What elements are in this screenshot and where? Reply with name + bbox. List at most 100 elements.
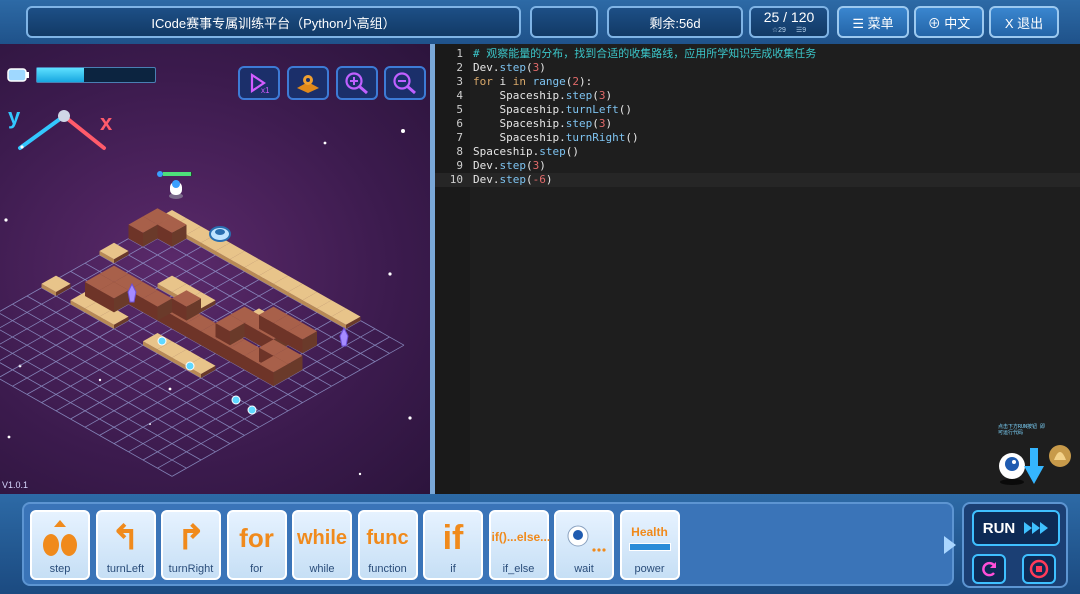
run-button-label: RUN	[982, 519, 1016, 537]
line-number: 5	[456, 103, 463, 116]
code-token: 2	[572, 75, 579, 88]
code-token: (	[526, 159, 533, 172]
bell-icon	[1049, 445, 1071, 467]
block-turnleft[interactable]: ↰ turnLeft	[95, 510, 156, 580]
code-token: Spaceship.	[473, 131, 566, 144]
language-button[interactable]: ⊕ 中文	[914, 6, 984, 38]
block-art: for	[229, 516, 285, 560]
code-line[interactable]: 7 Spaceship.turnRight()	[435, 131, 1080, 145]
health-power-icon: Health	[622, 516, 678, 560]
code-text: Dev.step(-6)	[473, 173, 553, 187]
block-art: ↰	[98, 516, 154, 560]
reset-button[interactable]	[972, 554, 1006, 584]
block-label: if_else	[502, 563, 535, 575]
code-line[interactable]: 6 Spaceship.step(3)	[435, 117, 1080, 131]
block-art: ↱	[163, 516, 219, 560]
code-line[interactable]: 10 Dev.step(-6)	[435, 173, 1080, 187]
line-number: 9	[456, 159, 463, 172]
spaceship	[209, 226, 231, 242]
version-label: V1.0.1	[2, 480, 29, 490]
block-art: if	[425, 516, 481, 560]
code-token: Spaceship.	[473, 117, 566, 130]
block-art: while	[294, 516, 350, 560]
run-button[interactable]: RUN	[972, 510, 1060, 546]
code-token: (	[592, 89, 599, 102]
code-line[interactable]: 4 Spaceship.step(3)	[435, 89, 1080, 103]
code-token: step	[539, 145, 566, 158]
code-token: ()	[625, 131, 639, 144]
block-art: func	[360, 516, 416, 560]
game-viewport[interactable]: x1 y x V1.0.1	[0, 44, 430, 494]
block-turnright[interactable]: ↱ turnRight	[161, 510, 221, 580]
code-token: step	[499, 159, 527, 172]
tray-next-arrow-icon[interactable]	[944, 536, 956, 554]
code-token: step	[565, 117, 593, 130]
block-art-text: if()...else...	[491, 530, 551, 545]
code-token: step	[499, 61, 527, 74]
code-token: Dev.	[473, 61, 500, 74]
menu-button[interactable]: ☰ 菜单	[837, 6, 909, 38]
code-editor[interactable]: 1 # 观察能量的分布，找到合适的收集路线，应用所学知识完成收集任务 2 Dev.st…	[435, 44, 1080, 494]
helper-robot	[999, 445, 1071, 485]
star-count: 29	[778, 27, 786, 34]
block-art-text: ↰	[111, 519, 140, 557]
code-token: )	[605, 89, 613, 102]
block-power[interactable]: Health power	[619, 510, 680, 580]
level-count: 9	[802, 27, 807, 34]
star-icon: ☆29	[771, 27, 786, 34]
line-number: 7	[456, 131, 463, 144]
code-line[interactable]: 8 Spaceship.step()	[435, 145, 1080, 159]
code-token: (	[592, 117, 599, 130]
platform-title: ICode赛事专属训练平台（Python小高组）	[26, 6, 521, 38]
code-token: ()	[618, 103, 632, 116]
block-for[interactable]: for for	[226, 510, 287, 580]
block-if-else[interactable]: if()...else... if_else	[488, 510, 551, 580]
code-line[interactable]: 2 Dev.step(3)	[435, 61, 1080, 75]
code-line[interactable]: 1 # 观察能量的分布，找到合适的收集路线，应用所学知识完成收集任务	[435, 47, 1080, 61]
game-map	[0, 171, 405, 477]
stop-button[interactable]	[1022, 554, 1056, 584]
fast-forward-icon	[1024, 522, 1049, 534]
line-number: 1	[456, 47, 463, 60]
block-wait[interactable]: wait	[554, 510, 614, 580]
dev-robot	[157, 171, 192, 199]
code-line[interactable]: 3 for i in range(2):	[435, 75, 1080, 89]
block-function[interactable]: func function	[357, 510, 418, 580]
block-while[interactable]: while while	[292, 510, 352, 580]
run-hint: 点击下方RUN按钮 即可运行代码	[998, 424, 1046, 436]
block-label: power	[634, 563, 665, 575]
level-progress-count: 25 / 120	[763, 9, 815, 25]
line-number: 6	[456, 117, 463, 130]
code-text: for i in range(2):	[473, 75, 592, 89]
code-line[interactable]: 5 Spaceship.turnLeft()	[435, 103, 1080, 117]
block-label: step	[49, 563, 71, 575]
block-art-text: while	[296, 526, 347, 549]
block-if[interactable]: if if	[423, 510, 483, 580]
block-art-text: for	[239, 522, 274, 553]
code-token: Spaceship.	[473, 145, 540, 158]
code-token: -6	[532, 173, 546, 186]
code-token: step	[565, 89, 593, 102]
run-panel: RUN	[962, 502, 1068, 588]
code-line[interactable]: 9 Dev.step(3)	[435, 159, 1080, 173]
code-text: Dev.step(3)	[473, 61, 546, 75]
bottom-panel: step ↰ turnLeft ↱ turnRight for for while while f…	[0, 494, 1080, 594]
code-token: Dev.	[473, 159, 500, 172]
code-token: )	[539, 61, 546, 74]
block-label: wait	[574, 563, 594, 575]
exit-button[interactable]: X 退出	[989, 6, 1059, 38]
level-progress: 25 / 120 ☆29 ☰9	[749, 6, 829, 38]
block-label: if	[450, 563, 456, 575]
line-number: 2	[456, 61, 463, 74]
code-token: (	[526, 61, 533, 74]
health-bar-icon	[628, 543, 671, 551]
line-number: 8	[456, 145, 463, 158]
code-token: Spaceship.	[473, 103, 566, 116]
line-number: 10	[449, 173, 463, 186]
block-step[interactable]: step	[30, 510, 90, 580]
code-token: range	[532, 75, 566, 88]
code-token: ):	[579, 75, 593, 88]
stop-icon	[1029, 559, 1049, 579]
line-number: 3	[456, 75, 463, 88]
code-text: Spaceship.turnLeft()	[473, 103, 632, 117]
